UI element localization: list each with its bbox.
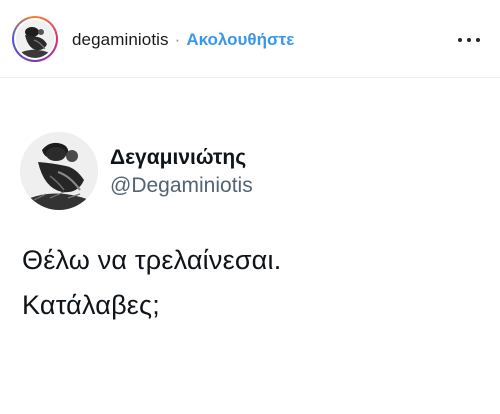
separator-dot: · bbox=[174, 30, 181, 49]
profile-illustration-icon bbox=[16, 20, 54, 58]
follow-button[interactable]: Ακολουθήστε bbox=[186, 30, 294, 49]
profile-avatar[interactable] bbox=[16, 20, 54, 58]
tweet-card: Δεγαμινιώτης @Degaminiotis Θέλω να τρελα… bbox=[0, 78, 500, 414]
profile-illustration-icon bbox=[20, 132, 98, 210]
header-text: degaminiotis · Ακολουθήστε bbox=[72, 30, 294, 50]
tweet-display-name: Δεγαμινιώτης bbox=[110, 146, 247, 169]
tweet-avatar bbox=[20, 132, 98, 210]
tweet-text-line: Κατάλαβες; bbox=[22, 290, 160, 320]
tweet-text-line: Θέλω να τρελαίνεσαι. bbox=[22, 245, 282, 275]
instagram-post: degaminiotis · Ακολουθήστε Δεγαμινιώτης @D… bbox=[0, 0, 500, 414]
story-ring[interactable] bbox=[12, 16, 58, 62]
username-link[interactable]: degaminiotis bbox=[72, 30, 169, 49]
post-header: degaminiotis · Ακολουθήστε bbox=[0, 0, 500, 78]
tweet-handle: @Degaminiotis bbox=[110, 174, 253, 197]
more-options-icon[interactable] bbox=[456, 30, 482, 50]
